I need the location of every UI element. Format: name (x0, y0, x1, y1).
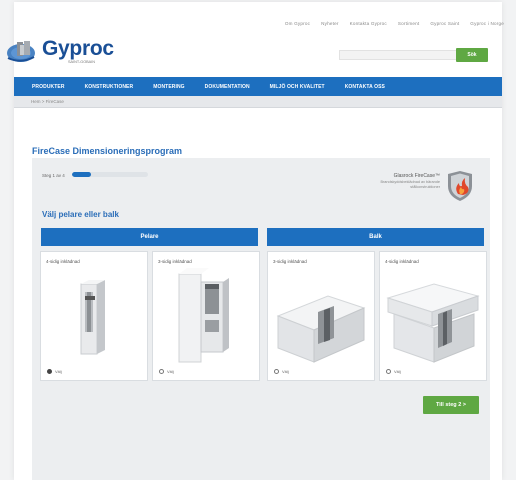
breadcrumb[interactable]: Hem > FireCase (14, 96, 502, 108)
progress-bar (72, 172, 148, 177)
nav-item-konstruktioner[interactable]: KONSTRUKTIONER (85, 84, 134, 90)
search-input[interactable] (339, 50, 465, 60)
radio-label: Välj (167, 369, 174, 374)
column-header-pelare: Pelare (41, 228, 258, 246)
toplink-4[interactable]: Sortiment (398, 21, 419, 26)
main-nav: PRODUKTER KONSTRUKTIONER MONTERING DOKUM… (14, 77, 502, 96)
toplink-6[interactable]: Gyproc i Norge (470, 21, 504, 26)
beam-4-sided-illustration (386, 283, 480, 363)
app-panel: Steg 1 av 4 Glasrock FireCase™ Brandskyd… (32, 158, 490, 480)
toplink-3[interactable]: Kontakta Gyproc (350, 21, 387, 26)
promo-title: Glasrock FireCase™ (393, 173, 440, 179)
brand-name: Gyproc (42, 36, 114, 60)
nav-item-miljo[interactable]: MILJÖ OCH KVALITET (270, 84, 325, 90)
toplink-5[interactable]: Gyproc Saint (430, 21, 459, 26)
column-4-sided-illustration (80, 280, 105, 355)
search-button[interactable]: Sök (456, 48, 488, 62)
toplink-1[interactable]: Om Gyproc (285, 21, 310, 26)
option-card-pelare-4-sidig[interactable]: 4-sidig inklädnad Välj (40, 251, 148, 381)
progress-label: Steg 1 av 4 (42, 173, 65, 178)
page-title: FireCase Dimensioneringsprogram (32, 146, 183, 156)
firecase-promo[interactable]: Glasrock FireCase™ Brandskyddsbeklädnad … (362, 170, 476, 202)
brand-tagline: SAINT-GOBAIN (68, 59, 96, 64)
utility-links: Om Gyproc Nyheter Kontakta Gyproc Sortim… (285, 21, 504, 26)
progress-bar-fill (72, 172, 91, 177)
gyproc-logo-mark-icon (6, 38, 40, 64)
nav-item-dokumentation[interactable]: DOKUMENTATION (205, 84, 250, 90)
fire-shield-icon (444, 170, 476, 202)
option-card-pelare-3-sidig[interactable]: 3-sidig inklädnad Välj (152, 251, 260, 381)
nav-item-produkter[interactable]: PRODUKTER (32, 84, 65, 90)
gyproc-logo[interactable]: Gyproc SAINT-GOBAIN (6, 38, 114, 64)
promo-description: Brandskyddsbeklädnad av bärande stålkons… (380, 180, 440, 189)
section-title: Välj pelare eller balk (42, 210, 119, 219)
nav-item-kontakta[interactable]: KONTAKTA OSS (345, 84, 385, 90)
radio-option-4[interactable] (386, 369, 391, 374)
card-label: 3-sidig inklädnad (158, 259, 192, 264)
radio-label: Välj (282, 369, 289, 374)
toplink-2[interactable]: Nyheter (321, 21, 339, 26)
radio-option-2[interactable] (159, 369, 164, 374)
next-step-button[interactable]: Till steg 2 > (423, 396, 479, 414)
nav-item-montering[interactable]: MONTERING (153, 84, 184, 90)
card-label: 3-sidig inklädnad (273, 259, 307, 264)
column-3-sided-illustration (178, 268, 229, 363)
radio-option-1[interactable] (47, 369, 52, 374)
card-label: 4-sidig inklädnad (385, 259, 419, 264)
card-label: 4-sidig inklädnad (46, 259, 80, 264)
beam-3-sided-illustration (276, 295, 366, 363)
radio-option-3[interactable] (274, 369, 279, 374)
radio-label: Välj (55, 369, 62, 374)
column-header-balk: Balk (267, 228, 484, 246)
radio-label: Välj (394, 369, 401, 374)
option-card-balk-3-sidig[interactable]: 3-sidig inklädnad Välj (267, 251, 375, 381)
option-card-balk-4-sidig[interactable]: 4-sidig inklädnad Välj (379, 251, 487, 381)
